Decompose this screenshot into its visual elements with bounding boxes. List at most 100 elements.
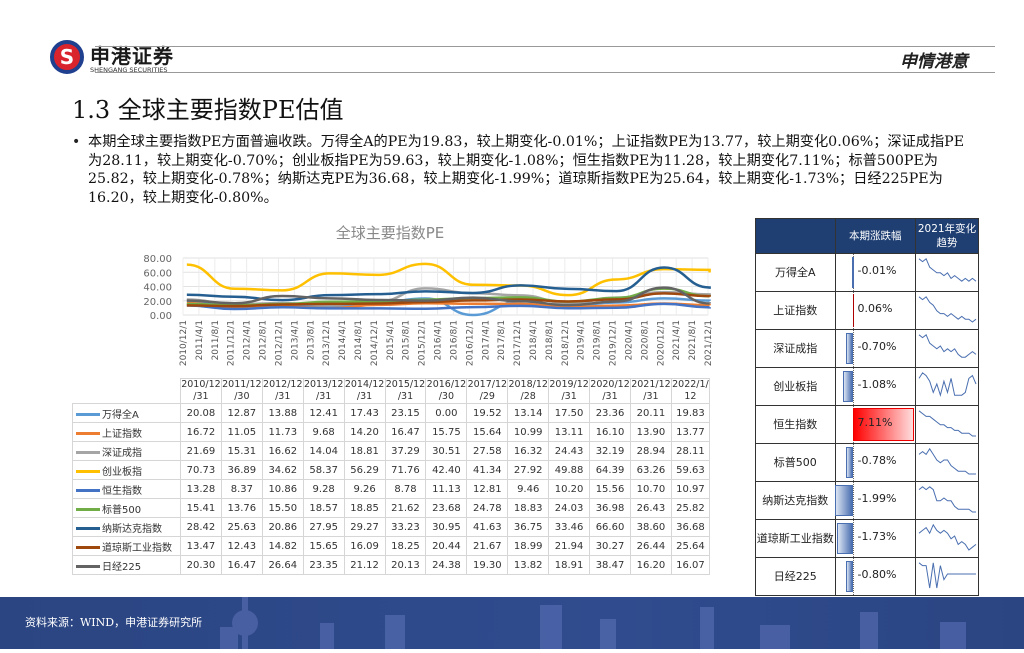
change-bar bbox=[852, 257, 855, 288]
table-cell: 16.20 bbox=[629, 555, 672, 575]
table-cell: 26.43 bbox=[629, 498, 672, 518]
table-cell: 27.92 bbox=[507, 460, 550, 480]
trend-cell bbox=[914, 405, 980, 444]
date-part: 2017/12 bbox=[467, 379, 508, 390]
table-cell: 18.83 bbox=[507, 498, 550, 518]
sparkline-path bbox=[918, 258, 977, 282]
table-cell: 25.82 bbox=[670, 498, 711, 518]
table-cell: 42.40 bbox=[425, 460, 468, 480]
date-part: /31 bbox=[275, 391, 291, 402]
change-cell: -1.73% bbox=[834, 519, 916, 558]
panel-row: 纳斯达克指数 -1.99% bbox=[755, 481, 980, 520]
source-note: 资料来源：WIND，申港证券研究所 bbox=[25, 616, 203, 629]
panel-row: 日经225 -0.80% bbox=[755, 557, 980, 596]
x-tick-label: 2013/8/1 bbox=[306, 320, 316, 360]
table-cell: 18.57 bbox=[302, 498, 345, 518]
index-name: 创业板指 bbox=[755, 367, 836, 406]
table-cell: 26.44 bbox=[629, 536, 672, 556]
table-cell: 21.69 bbox=[180, 441, 222, 461]
x-tick-label: 2018/8/1 bbox=[545, 320, 555, 360]
date-part: 2015/12 bbox=[385, 379, 426, 390]
table-cell: 12.41 bbox=[302, 403, 345, 423]
date-part: 2011/12 bbox=[222, 379, 262, 390]
change-bar bbox=[845, 447, 853, 478]
table-row: 上证指数 16.72 11.05 11.73 9.68 14.20 16.47 15.75 15… bbox=[72, 422, 711, 442]
table-cell: 36.89 bbox=[220, 460, 263, 480]
table-cell: 23.36 bbox=[589, 403, 631, 423]
sparkline bbox=[918, 372, 977, 398]
date-part: 2019/12 bbox=[549, 379, 589, 390]
table-cell: 20.13 bbox=[384, 555, 427, 575]
table-cell: 16.47 bbox=[220, 555, 263, 575]
table-cell: 38.47 bbox=[589, 555, 631, 575]
table-row: 日经225 20.30 16.47 26.64 23.35 21.12 20.13 24.38… bbox=[72, 555, 711, 575]
change-value: -0.70% bbox=[857, 340, 897, 353]
x-tick-label: 2013/12/1 bbox=[322, 320, 332, 366]
x-tick-label: 2020/12/1 bbox=[656, 320, 666, 366]
date-column-header: 2011/12/30 bbox=[220, 378, 263, 404]
table-cell: 16.10 bbox=[589, 422, 631, 442]
x-tick-label: 2015/8/1 bbox=[402, 320, 412, 360]
change-value: -1.99% bbox=[857, 492, 897, 505]
table-cell: 20.30 bbox=[180, 555, 222, 575]
change-cell: -0.70% bbox=[834, 329, 916, 368]
table-cell: 10.97 bbox=[670, 479, 711, 499]
table-cell: 15.31 bbox=[220, 441, 263, 461]
series-label: 创业板指 bbox=[72, 460, 181, 480]
sparkline-path bbox=[918, 334, 977, 358]
date-part: 2021/12 bbox=[631, 379, 671, 390]
date-column-header: 2021/12/31 bbox=[629, 378, 672, 404]
table-cell: 15.75 bbox=[425, 422, 468, 442]
table-cell: 58.37 bbox=[302, 460, 345, 480]
table-cell: 8.37 bbox=[220, 479, 263, 499]
legend-swatch-icon bbox=[76, 546, 100, 549]
x-tick-label: 2011/12/1 bbox=[227, 320, 237, 366]
table-cell: 16.07 bbox=[670, 555, 711, 575]
pe-line-chart: 80.00 60.00 40.00 20.00 0.00 2010/12/1 2011/4/… bbox=[143, 254, 714, 366]
change-value: 0.06% bbox=[857, 302, 893, 315]
table-cell: 30.95 bbox=[425, 517, 468, 537]
table-cell: 15.50 bbox=[261, 498, 304, 518]
change-bar bbox=[843, 371, 853, 402]
table-cell: 19.52 bbox=[466, 403, 509, 423]
date-part: /31 bbox=[193, 391, 209, 402]
date-column-header: 2013/12/31 bbox=[302, 378, 345, 404]
x-tick-label: 2019/8/1 bbox=[593, 320, 603, 360]
index-name: 标普500 bbox=[755, 443, 836, 482]
index-name: 道琼斯工业指数 bbox=[755, 519, 836, 558]
table-cell: 36.75 bbox=[507, 517, 550, 537]
table-cell: 21.67 bbox=[466, 536, 509, 556]
table-cell: 24.43 bbox=[548, 441, 591, 461]
sparkline bbox=[918, 296, 977, 323]
table-cell: 13.88 bbox=[261, 403, 304, 423]
table-cell: 18.25 bbox=[384, 536, 427, 556]
date-part: /31 bbox=[397, 391, 414, 402]
sparkline-path bbox=[918, 486, 976, 513]
zero-axis bbox=[852, 520, 854, 557]
table-cell: 27.58 bbox=[466, 441, 509, 461]
trend-cell bbox=[914, 443, 980, 482]
date-column-header: 2018/12/28 bbox=[507, 378, 550, 404]
date-part: /31 bbox=[602, 391, 618, 402]
series-label: 纳斯达克指数 bbox=[72, 517, 181, 537]
table-cell: 12.43 bbox=[220, 536, 263, 556]
sparkline-path bbox=[918, 523, 977, 551]
table-cell: 16.62 bbox=[261, 441, 304, 461]
slogan: 申情港意 bbox=[900, 52, 968, 72]
series-label: 日经225 bbox=[72, 555, 181, 575]
x-tick-label: 2012/4/1 bbox=[243, 320, 253, 360]
date-column-header: 2019/12/31 bbox=[548, 378, 591, 404]
table-cell: 17.50 bbox=[548, 403, 591, 423]
y-tick-label: 40.00 bbox=[143, 283, 172, 294]
table-cell: 18.91 bbox=[548, 555, 591, 575]
table-cell: 34.62 bbox=[261, 460, 304, 480]
x-tick-label: 2016/4/1 bbox=[434, 320, 444, 360]
table-cell: 21.12 bbox=[343, 555, 386, 575]
table-cell: 16.47 bbox=[384, 422, 427, 442]
legend-swatch-icon bbox=[76, 451, 100, 454]
table-cell: 13.28 bbox=[180, 479, 222, 499]
table-row: 标普500 15.41 13.76 15.50 18.57 18.85 21.62 23.68… bbox=[72, 498, 711, 518]
table-cell: 66.60 bbox=[589, 517, 631, 537]
trend-cell bbox=[914, 519, 980, 558]
date-part: /31 bbox=[356, 391, 373, 402]
